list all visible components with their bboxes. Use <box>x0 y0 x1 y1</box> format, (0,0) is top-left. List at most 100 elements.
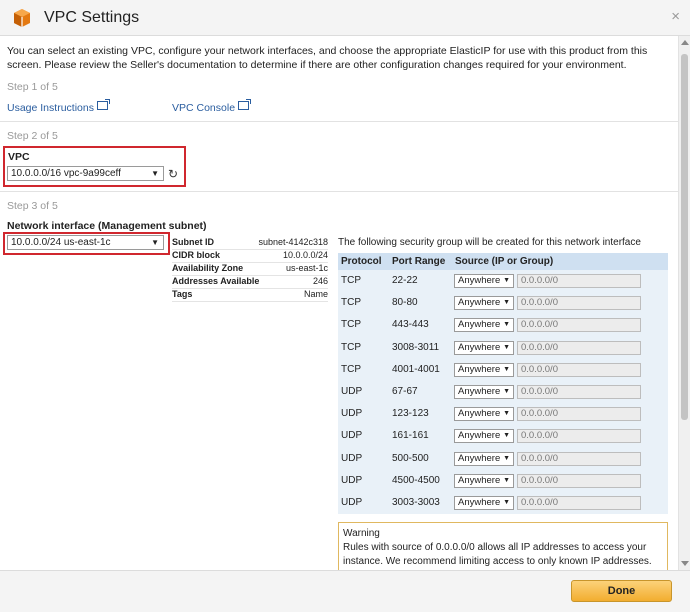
port-range-cell: 3003-3003 <box>392 496 440 508</box>
aws-box-icon <box>14 9 30 27</box>
source-select-value: Anywhere <box>458 297 501 309</box>
scroll-up-icon[interactable] <box>681 40 689 45</box>
vpc-console-link[interactable]: VPC Console <box>172 99 252 114</box>
port-range-cell: 67-67 <box>392 385 418 397</box>
port-range-cell: 22-22 <box>392 275 418 286</box>
source-select-value: Anywhere <box>458 341 501 353</box>
scroll-down-icon[interactable] <box>681 561 689 566</box>
detail-key: Subnet ID <box>172 237 214 247</box>
source-select[interactable]: Anywhere ▼ <box>454 340 514 355</box>
table-row: TCP 80-80 Anywhere ▼ 0.0.0.0/0 <box>338 292 668 314</box>
port-range-cell: 500-500 <box>392 452 429 464</box>
tags-row: Tags Name <box>172 288 328 302</box>
cidr-input[interactable]: 0.0.0.0/0 <box>517 495 641 510</box>
source-select[interactable]: Anywhere ▼ <box>454 318 514 333</box>
chevron-down-icon: ▼ <box>503 277 510 284</box>
source-select-value: Anywhere <box>458 319 501 331</box>
table-row: TCP 4001-4001 Anywhere ▼ 0.0.0.0/0 <box>338 359 668 381</box>
cidr-input[interactable]: 0.0.0.0/0 <box>517 451 641 466</box>
chevron-down-icon: ▼ <box>503 365 510 373</box>
vpc-select-value: 10.0.0.0/16 vpc-9a99ceff <box>11 168 121 179</box>
chevron-down-icon: ▼ <box>503 299 510 307</box>
cidr-input[interactable]: 0.0.0.0/0 <box>517 362 641 377</box>
detail-key: Availability Zone <box>172 263 244 273</box>
subnet-select[interactable]: 10.0.0.0/24 us-east-1c ▼ <box>7 235 164 250</box>
source-select[interactable]: Anywhere ▼ <box>454 296 514 311</box>
addresses-available-row: Addresses Available 246 <box>172 275 328 289</box>
scrollbar-thumb[interactable] <box>681 54 688 420</box>
source-select[interactable]: Anywhere ▼ <box>454 429 514 444</box>
close-icon[interactable]: × <box>671 8 680 25</box>
dialog-titlebar: VPC Settings × <box>0 0 690 36</box>
detail-value: subnet-4142c318 <box>258 237 328 247</box>
usage-instructions-label: Usage Instructions <box>7 102 94 114</box>
chevron-down-icon: ▼ <box>503 476 510 484</box>
port-range-cell: 4001-4001 <box>392 363 440 375</box>
vpc-select[interactable]: 10.0.0.0/16 vpc-9a99ceff ▼ <box>7 166 164 181</box>
external-link-icon <box>238 99 252 110</box>
cidr-input[interactable]: 0.0.0.0/0 <box>517 296 641 311</box>
protocol-header: Protocol <box>341 256 382 267</box>
table-row: UDP 500-500 Anywhere ▼ 0.0.0.0/0 <box>338 448 668 470</box>
cidr-input[interactable]: 0.0.0.0/0 <box>517 473 641 488</box>
chevron-down-icon: ▼ <box>503 321 510 329</box>
chevron-down-icon: ▼ <box>503 454 510 462</box>
table-row: UDP 67-67 Anywhere ▼ 0.0.0.0/0 <box>338 381 668 403</box>
source-select[interactable]: Anywhere ▼ <box>454 274 514 288</box>
cidr-input[interactable]: 0.0.0.0/0 <box>517 429 641 444</box>
port-range-cell: 161-161 <box>392 430 429 442</box>
step-3-label: Step 3 of 5 <box>7 200 58 212</box>
detail-key: CIDR block <box>172 250 221 260</box>
availability-zone-row: Availability Zone us-east-1c <box>172 262 328 276</box>
source-select-value: Anywhere <box>458 496 501 508</box>
chevron-down-icon: ▼ <box>151 238 159 247</box>
detail-value: 10.0.0.0/24 <box>282 250 328 260</box>
warning-title: Warning <box>343 528 380 539</box>
security-group-rows: TCP 22-22 Anywhere ▼ 0.0.0.0/0 TCP 80-80 Anywhe… <box>338 270 668 514</box>
source-select[interactable]: Anywhere ▼ <box>454 473 514 488</box>
source-select-value: Anywhere <box>458 452 501 464</box>
cidr-input[interactable]: 0.0.0.0/0 <box>517 384 641 399</box>
source-select[interactable]: Anywhere ▼ <box>454 384 514 399</box>
source-select[interactable]: Anywhere ▼ <box>454 407 514 422</box>
protocol-cell: TCP <box>341 341 361 353</box>
detail-value: us-east-1c <box>285 263 328 273</box>
table-row: TCP 22-22 Anywhere ▼ 0.0.0.0/0 <box>338 270 668 292</box>
source-select-value: Anywhere <box>458 275 501 286</box>
cidr-input[interactable]: 0.0.0.0/0 <box>517 318 641 333</box>
table-row: UDP 3003-3003 Anywhere ▼ 0.0.0.0/0 <box>338 492 668 514</box>
source-select[interactable]: Anywhere ▼ <box>454 495 514 510</box>
vpc-label: VPC <box>8 151 30 163</box>
port-range-cell: 123-123 <box>392 408 429 420</box>
dialog-content: You can select an existing VPC, configur… <box>0 36 678 570</box>
protocol-cell: UDP <box>341 452 363 464</box>
subnet-select-value: 10.0.0.0/24 us-east-1c <box>11 237 111 248</box>
port-range-cell: 4500-4500 <box>392 474 440 486</box>
dialog-title: VPC Settings <box>44 9 140 26</box>
protocol-cell: UDP <box>341 408 363 420</box>
protocol-cell: UDP <box>341 496 363 508</box>
source-select[interactable]: Anywhere ▼ <box>454 451 514 466</box>
protocol-cell: UDP <box>341 385 363 397</box>
step-2-label: Step 2 of 5 <box>7 130 58 142</box>
vertical-scrollbar[interactable] <box>678 36 690 570</box>
table-row: UDP 4500-4500 Anywhere ▼ 0.0.0.0/0 <box>338 470 668 492</box>
cidr-input[interactable]: 0.0.0.0/0 <box>517 407 641 422</box>
table-row: UDP 123-123 Anywhere ▼ 0.0.0.0/0 <box>338 403 668 425</box>
step-1-label: Step 1 of 5 <box>7 81 58 93</box>
source-header: Source (IP or Group) <box>455 256 554 267</box>
chevron-down-icon: ▼ <box>503 343 510 351</box>
cidr-input[interactable]: 0.0.0.0/0 <box>517 340 641 355</box>
security-group-table: Protocol Port Range Source (IP or Group)… <box>338 253 668 515</box>
table-row: UDP 161-161 Anywhere ▼ 0.0.0.0/0 <box>338 425 668 447</box>
usage-instructions-link[interactable]: Usage Instructions <box>7 99 110 114</box>
detail-key: Tags <box>172 289 193 299</box>
refresh-icon[interactable]: ↻ <box>168 167 178 181</box>
warning-box: Warning Rules with source of 0.0.0.0/0 a… <box>338 522 668 570</box>
protocol-cell: TCP <box>341 297 361 309</box>
port-range-header: Port Range <box>392 256 446 267</box>
source-select[interactable]: Anywhere ▼ <box>454 362 514 377</box>
cidr-input[interactable]: 0.0.0.0/0 <box>517 274 641 288</box>
done-button[interactable]: Done <box>571 580 672 602</box>
table-row: TCP 3008-3011 Anywhere ▼ 0.0.0.0/0 <box>338 337 668 359</box>
